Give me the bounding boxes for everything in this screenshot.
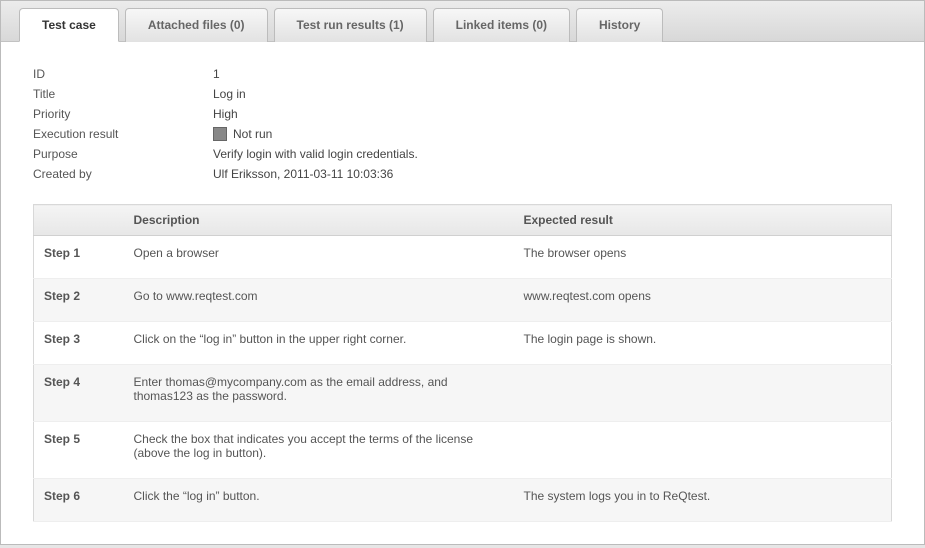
cell-description: Enter thomas@mycompany.com as the email … [124, 365, 514, 422]
cell-expected: www.reqtest.com opens [514, 279, 892, 322]
field-createdby-label: Created by [33, 167, 213, 181]
cell-step: Step 6 [34, 479, 124, 522]
field-createdby-value: Ulf Eriksson, 2011-03-11 10:03:36 [213, 167, 393, 181]
field-title: Title Log in [33, 84, 892, 104]
tab-linked-items[interactable]: Linked items (0) [433, 8, 570, 42]
field-execution-text: Not run [233, 127, 272, 141]
field-execution-result: Execution result Not run [33, 124, 892, 144]
field-execution-label: Execution result [33, 127, 213, 141]
table-header-row: Description Expected result [34, 205, 892, 236]
col-step [34, 205, 124, 236]
tab-attached-files[interactable]: Attached files (0) [125, 8, 268, 42]
tab-test-run-results[interactable]: Test run results (1) [274, 8, 427, 42]
field-purpose: Purpose Verify login with valid login cr… [33, 144, 892, 164]
col-description: Description [124, 205, 514, 236]
test-case-panel: Test case Attached files (0) Test run re… [0, 0, 925, 545]
field-id: ID 1 [33, 64, 892, 84]
table-row: Step 2 Go to www.reqtest.com www.reqtest… [34, 279, 892, 322]
table-row: Step 4 Enter thomas@mycompany.com as the… [34, 365, 892, 422]
tab-bar: Test case Attached files (0) Test run re… [1, 1, 924, 42]
field-list: ID 1 Title Log in Priority High Executio… [33, 64, 892, 184]
field-title-value: Log in [213, 87, 246, 101]
field-priority: Priority High [33, 104, 892, 124]
table-row: Step 5 Check the box that indicates you … [34, 422, 892, 479]
cell-step: Step 3 [34, 322, 124, 365]
cell-step: Step 2 [34, 279, 124, 322]
tab-history[interactable]: History [576, 8, 663, 42]
table-row: Step 3 Click on the “log in” button in t… [34, 322, 892, 365]
cell-expected: The login page is shown. [514, 322, 892, 365]
cell-step: Step 1 [34, 236, 124, 279]
cell-description: Open a browser [124, 236, 514, 279]
field-priority-label: Priority [33, 107, 213, 121]
cell-description: Click on the “log in” button in the uppe… [124, 322, 514, 365]
field-execution-value: Not run [213, 127, 272, 141]
steps-table: Description Expected result Step 1 Open … [33, 204, 892, 522]
cell-expected: The system logs you in to ReQtest. [514, 479, 892, 522]
cell-expected: The browser opens [514, 236, 892, 279]
cell-step: Step 5 [34, 422, 124, 479]
cell-description: Check the box that indicates you accept … [124, 422, 514, 479]
table-row: Step 1 Open a browser The browser opens [34, 236, 892, 279]
field-title-label: Title [33, 87, 213, 101]
field-purpose-label: Purpose [33, 147, 213, 161]
cell-expected [514, 365, 892, 422]
content-area: ID 1 Title Log in Priority High Executio… [1, 42, 924, 544]
cell-step: Step 4 [34, 365, 124, 422]
cell-description: Go to www.reqtest.com [124, 279, 514, 322]
field-id-label: ID [33, 67, 213, 81]
col-expected: Expected result [514, 205, 892, 236]
table-row: Step 6 Click the “log in” button. The sy… [34, 479, 892, 522]
field-purpose-value: Verify login with valid login credential… [213, 147, 418, 161]
tab-test-case[interactable]: Test case [19, 8, 119, 42]
cell-description: Click the “log in” button. [124, 479, 514, 522]
field-created-by: Created by Ulf Eriksson, 2011-03-11 10:0… [33, 164, 892, 184]
status-notrun-icon [213, 127, 227, 141]
field-id-value: 1 [213, 67, 220, 81]
table-body: Step 1 Open a browser The browser opens … [34, 236, 892, 522]
field-priority-value: High [213, 107, 238, 121]
cell-expected [514, 422, 892, 479]
